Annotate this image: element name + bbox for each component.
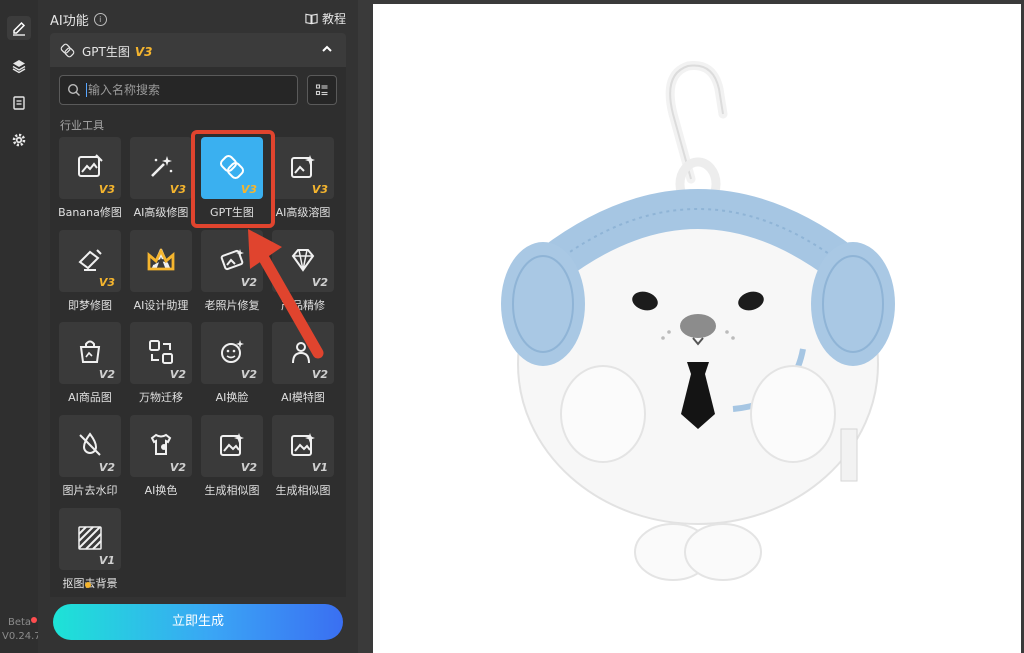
tool-label: AI商品图 xyxy=(68,391,112,404)
cutout-icon xyxy=(78,526,102,550)
section-version-badge: V3 xyxy=(134,45,153,59)
tool-tile-box: V3 xyxy=(59,137,121,199)
tool-tile-box: V2 xyxy=(130,322,192,384)
version-badge: V2 xyxy=(98,461,115,474)
similar-image-icon xyxy=(291,433,315,456)
version-badge: V3 xyxy=(98,276,115,289)
tool-label: 生成相似图 xyxy=(204,484,260,497)
version-badge: V3 xyxy=(98,183,115,196)
tool-tile-box: V2 xyxy=(59,322,121,384)
version-badge: V3 xyxy=(169,183,186,196)
status-dot xyxy=(85,582,91,588)
tool-label: AI换脸 xyxy=(215,391,249,404)
section-label: GPT生图 xyxy=(82,45,130,59)
tool-tile-ai-advanced-blend[interactable]: V3 AI高级溶图 xyxy=(269,137,335,227)
tool-tile-generate-similar-v2[interactable]: V2 生成相似图 xyxy=(198,415,264,505)
tool-label: Banana修图 xyxy=(58,206,122,219)
version-badge: V2 xyxy=(311,368,328,381)
list-view-button[interactable] xyxy=(307,75,337,105)
gear-icon[interactable] xyxy=(7,128,31,152)
layers-icon[interactable] xyxy=(7,54,31,78)
tool-tile-dream-retouch[interactable]: V3 即梦修图 xyxy=(56,230,122,320)
tool-label: 即梦修图 xyxy=(68,299,112,312)
tool-tile-box: V3 xyxy=(130,137,192,199)
tool-tile-box: V2 xyxy=(59,415,121,477)
tool-label: 图片去水印 xyxy=(62,484,118,497)
version-badge: V3 xyxy=(311,183,328,196)
tool-label: AI换色 xyxy=(144,484,178,497)
panel-title-text: AI功能 xyxy=(50,14,89,29)
plush-seal-image xyxy=(501,61,895,581)
tool-tile-box: V2 xyxy=(130,415,192,477)
list-view-icon xyxy=(315,84,328,96)
gpt-knot-icon xyxy=(60,43,75,58)
magic-wand-icon xyxy=(151,156,173,177)
tool-label: AI高级修图 xyxy=(133,206,189,219)
tutorial-link[interactable]: 教程 xyxy=(305,10,346,27)
version-label: V0.24.7 xyxy=(2,631,41,642)
remove-watermark-icon xyxy=(79,432,101,456)
notification-dot xyxy=(31,617,37,623)
tool-tile-ai-advanced-retouch[interactable]: V3 AI高级修图 xyxy=(127,137,193,227)
dream-edit-icon xyxy=(78,249,102,271)
shopping-bag-icon xyxy=(79,340,101,363)
tool-tile-box: V1 xyxy=(272,415,334,477)
section-title: GPT生图 V3 xyxy=(82,43,153,60)
recolor-icon xyxy=(150,433,172,455)
gpt-section-header[interactable]: GPT生图 V3 xyxy=(50,33,346,67)
tool-tile-box: V1 xyxy=(59,508,121,570)
version-badge: V2 xyxy=(240,368,257,381)
search-input[interactable] xyxy=(86,80,290,100)
beta-label: Beta xyxy=(8,617,32,628)
version-badge: V2 xyxy=(169,368,186,381)
similar-image-icon xyxy=(220,433,244,456)
edit-icon[interactable] xyxy=(7,16,31,40)
version-badge: V1 xyxy=(311,461,328,474)
tool-label: 生成相似图 xyxy=(275,484,331,497)
tool-tile-remove-watermark[interactable]: V2 图片去水印 xyxy=(56,415,122,505)
crown-icon xyxy=(147,247,175,271)
version-badge: V2 xyxy=(169,461,186,474)
annotation-arrow-icon xyxy=(248,229,324,359)
tool-label: 万物迁移 xyxy=(139,391,183,404)
image-edit-icon xyxy=(78,154,103,177)
category-label: 行业工具 xyxy=(60,119,104,132)
version-badge: V2 xyxy=(240,461,257,474)
image-canvas[interactable] xyxy=(373,4,1021,653)
tool-label: AI高级溶图 xyxy=(275,206,331,219)
tool-tile-everything-transfer[interactable]: V2 万物迁移 xyxy=(127,322,193,412)
search-box[interactable] xyxy=(59,75,298,105)
tutorial-label: 教程 xyxy=(321,12,346,26)
tool-rail: Beta V0.24.7 xyxy=(0,0,41,653)
tool-tile-box: V3 xyxy=(59,230,121,292)
image-sparkle-icon xyxy=(291,155,315,178)
tool-tile-generate-similar-v1[interactable]: V1 生成相似图 xyxy=(269,415,335,505)
search-icon xyxy=(67,83,80,96)
tool-tile-box xyxy=(130,230,192,292)
info-icon[interactable]: i xyxy=(93,13,107,26)
transfer-icon xyxy=(149,340,173,364)
book-icon xyxy=(305,13,318,25)
tool-label: AI设计助理 xyxy=(133,299,189,312)
tool-tile-box: V2 xyxy=(201,415,263,477)
selection-highlight-box xyxy=(191,130,275,228)
tool-label: AI模特图 xyxy=(281,391,325,404)
version-badge: V2 xyxy=(98,368,115,381)
document-icon[interactable] xyxy=(7,91,31,115)
chevron-up-icon[interactable] xyxy=(320,42,334,56)
panel-title: AI功能 i xyxy=(50,10,107,29)
version-badge: V1 xyxy=(98,554,115,567)
generate-button[interactable]: 立即生成 xyxy=(53,604,343,640)
tool-tile-ai-recolor[interactable]: V2 AI换色 xyxy=(127,415,193,505)
tool-tile-banana[interactable]: V3 Banana修图 xyxy=(56,137,122,227)
tool-tile-ai-design-assistant[interactable]: AI设计助理 xyxy=(127,230,193,320)
tool-tile-ai-product-image[interactable]: V2 AI商品图 xyxy=(56,322,122,412)
tool-tile-box: V3 xyxy=(272,137,334,199)
